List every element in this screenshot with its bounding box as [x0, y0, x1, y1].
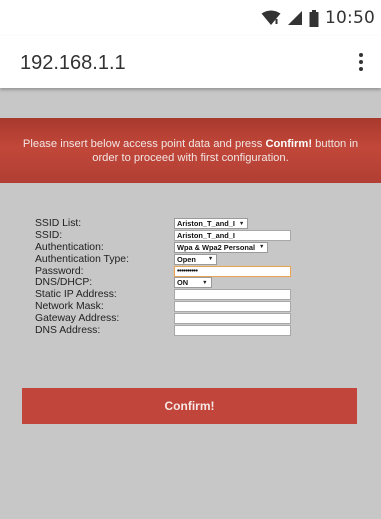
form-row-gateway: Gateway Address: [35, 313, 365, 325]
password-input[interactable]: •••••••••• [174, 265, 291, 277]
url-text: 192.168.1.1 [20, 51, 126, 74]
dropdown-arrow-icon: ▼ [259, 244, 265, 251]
form-row-ssid: SSID: Ariston_T_and_I [35, 229, 365, 242]
dns-address-input[interactable] [174, 325, 291, 337]
ssid-input[interactable]: Ariston_T_and_I [174, 229, 291, 241]
network-mask-label: Network Mask: [35, 301, 104, 313]
form-row-dns-address: DNS Address: [35, 325, 365, 337]
dropdown-arrow-icon: ▼ [238, 220, 245, 227]
instruction-bold-text: Confirm! [265, 137, 313, 150]
dns-address-label: DNS Address: [35, 325, 101, 337]
ssid-list-select[interactable]: Ariston_T_and_I ▼ [174, 218, 249, 229]
network-mask-input[interactable] [174, 301, 291, 313]
web-page: Please insert below access point data an… [0, 88, 381, 519]
status-bar: 10:50 [0, 0, 381, 36]
confirm-button[interactable]: Confirm! [22, 388, 357, 424]
dns-dhcp-label: DNS/DHCP: [35, 277, 93, 289]
authentication-select[interactable]: Wpa & Wpa2 Personal ▼ [174, 241, 269, 253]
authentication-label: Authentication: [35, 241, 104, 253]
password-label: Password: [35, 265, 84, 277]
wifi-icon [261, 10, 281, 25]
authentication-type-select[interactable]: Open ▼ [174, 253, 218, 265]
status-icons: 10:50 [261, 8, 375, 28]
form-row-dns-dhcp: DNS/DHCP: ON ▼ [35, 277, 365, 289]
dns-dhcp-select[interactable]: ON ▼ [174, 277, 212, 289]
ssid-label: SSID: [35, 229, 63, 241]
gateway-address-input[interactable] [174, 313, 291, 325]
dropdown-arrow-icon: ▼ [207, 256, 214, 263]
more-vert-icon[interactable] [355, 50, 367, 74]
form-row-network-mask: Network Mask: [35, 301, 365, 313]
dropdown-arrow-icon: ▼ [202, 279, 208, 286]
ssid-list-label: SSID List: [35, 218, 82, 229]
form-row-authentication: Authentication: Wpa & Wpa2 Personal ▼ [35, 241, 365, 254]
status-time: 10:50 [325, 8, 375, 28]
browser-toolbar: 192.168.1.1 [0, 36, 381, 88]
form-row-password: Password: •••••••••• [35, 265, 365, 278]
static-ip-input[interactable] [174, 289, 291, 301]
access-point-form: SSID List: Ariston_T_and_I ▼ SSID: Aristo… [35, 218, 365, 337]
authentication-type-label: Authentication Type: [35, 253, 129, 265]
form-row-authentication-type: Authentication Type: Open ▼ [35, 253, 365, 266]
instruction-banner: Please insert below access point data an… [0, 118, 381, 183]
static-ip-label: Static IP Address: [35, 289, 117, 301]
instruction-text: Please insert below access point data an… [22, 137, 359, 164]
form-row-static-ip: Static IP Address: [35, 289, 365, 301]
gateway-address-label: Gateway Address: [35, 313, 120, 325]
battery-icon [309, 9, 319, 27]
signal-icon [288, 11, 302, 25]
form-row-ssid-list: SSID List: Ariston_T_and_I ▼ [35, 218, 365, 230]
address-bar[interactable]: 192.168.1.1 [6, 41, 370, 85]
